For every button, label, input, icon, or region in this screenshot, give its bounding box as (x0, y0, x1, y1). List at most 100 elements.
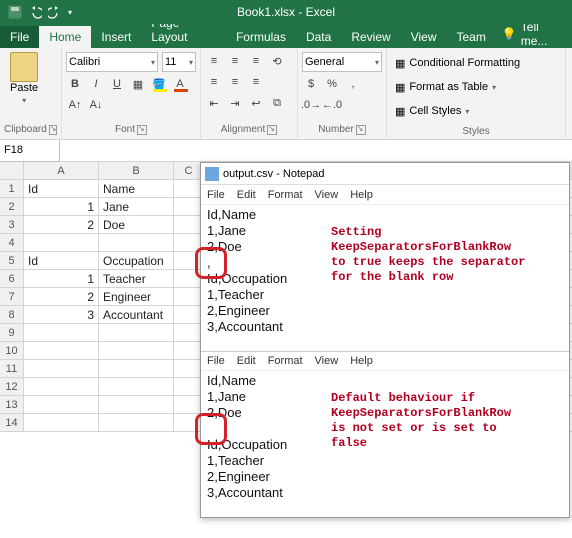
notepad-menu-file[interactable]: File (207, 189, 225, 201)
tab-insert[interactable]: Insert (91, 26, 141, 48)
cell[interactable]: 1 (24, 270, 99, 287)
tab-view[interactable]: View (401, 26, 447, 48)
tab-data[interactable]: Data (296, 26, 341, 48)
align-right-button[interactable]: ≡ (247, 73, 265, 91)
cell[interactable] (99, 378, 174, 395)
align-center-button[interactable]: ≡ (226, 73, 244, 91)
notepad-menu-format[interactable]: Format (268, 189, 303, 201)
font-launcher-icon[interactable] (137, 125, 147, 135)
cell[interactable] (24, 378, 99, 395)
cell[interactable]: 2 (24, 288, 99, 305)
notepad-content-1[interactable]: Id,Name1,Jane2,Doe,Id,Occupation1,Teache… (201, 205, 569, 351)
tell-me[interactable]: 💡 Tell me... (496, 20, 572, 48)
row-header[interactable]: 2 (0, 198, 24, 215)
select-all-corner[interactable] (0, 162, 24, 179)
bold-button[interactable]: B (66, 75, 84, 93)
undo-icon[interactable] (28, 5, 42, 19)
notepad-titlebar[interactable]: output.csv - Notepad (201, 163, 569, 185)
grow-font-button[interactable]: A↑ (66, 96, 84, 114)
tab-file[interactable]: File (0, 26, 39, 48)
number-format-select[interactable]: General (302, 52, 382, 72)
number-launcher-icon[interactable] (356, 125, 366, 135)
notepad-menu2-help[interactable]: Help (350, 355, 373, 367)
redo-icon[interactable] (48, 5, 62, 19)
cell[interactable]: Id (24, 252, 99, 269)
col-header-b[interactable]: B (99, 162, 174, 179)
cell[interactable] (99, 342, 174, 359)
accounting-format-button[interactable]: $ (302, 75, 320, 93)
clipboard-launcher-icon[interactable] (49, 125, 57, 135)
increase-indent-button[interactable]: ⇥ (226, 94, 244, 112)
row-header[interactable]: 11 (0, 360, 24, 377)
row-header[interactable]: 13 (0, 396, 24, 413)
decrease-decimal-button[interactable]: ←.0 (323, 96, 341, 114)
cell[interactable]: 1 (24, 198, 99, 215)
cell[interactable]: Jane (99, 198, 174, 215)
paste-button[interactable]: Paste (4, 50, 44, 108)
notepad-menu-view[interactable]: View (315, 189, 339, 201)
notepad-content-2[interactable]: Id,Name1,Jane2,DoeId,Occupation1,Teacher… (201, 371, 569, 517)
wrap-text-button[interactable]: ↩ (247, 94, 265, 112)
format-as-table-button[interactable]: ▦ Format as Table (395, 76, 557, 98)
cell[interactable]: Occupation (99, 252, 174, 269)
row-header[interactable]: 1 (0, 180, 24, 197)
align-bottom-button[interactable]: ≡ (247, 52, 265, 70)
decrease-indent-button[interactable]: ⇤ (205, 94, 223, 112)
cell[interactable]: Id (24, 180, 99, 197)
name-box[interactable]: F18 (0, 140, 60, 162)
tab-team[interactable]: Team (446, 26, 495, 48)
cell[interactable]: Teacher (99, 270, 174, 287)
qat-dropdown-icon[interactable]: ▾ (68, 8, 72, 17)
cell[interactable]: Doe (99, 216, 174, 233)
col-header-a[interactable]: A (24, 162, 99, 179)
notepad-menu2-file[interactable]: File (207, 355, 225, 367)
fill-color-button[interactable]: 🪣 (150, 75, 168, 93)
cell[interactable] (24, 342, 99, 359)
save-icon[interactable] (8, 5, 22, 19)
cell[interactable] (99, 396, 174, 413)
font-name-select[interactable]: Calibri (66, 52, 158, 72)
notepad-menu-edit[interactable]: Edit (237, 189, 256, 201)
font-size-select[interactable]: 11 (162, 52, 196, 72)
align-left-button[interactable]: ≡ (205, 73, 223, 91)
notepad-menu2-view[interactable]: View (315, 355, 339, 367)
cell[interactable] (99, 234, 174, 251)
cell[interactable]: Accountant (99, 306, 174, 323)
orientation-button[interactable]: ⟲ (268, 52, 286, 70)
row-header[interactable]: 4 (0, 234, 24, 251)
row-header[interactable]: 9 (0, 324, 24, 341)
cell[interactable] (99, 414, 174, 431)
underline-button[interactable]: U (108, 75, 126, 93)
row-header[interactable]: 14 (0, 414, 24, 431)
cell[interactable] (99, 324, 174, 341)
row-header[interactable]: 7 (0, 288, 24, 305)
row-header[interactable]: 8 (0, 306, 24, 323)
row-header[interactable]: 12 (0, 378, 24, 395)
alignment-launcher-icon[interactable] (267, 125, 277, 135)
tab-home[interactable]: Home (39, 26, 91, 48)
cell[interactable]: 2 (24, 216, 99, 233)
font-color-button[interactable]: A (171, 75, 189, 93)
cell[interactable] (24, 360, 99, 377)
align-middle-button[interactable]: ≡ (226, 52, 244, 70)
tab-review[interactable]: Review (341, 26, 400, 48)
cell[interactable] (24, 234, 99, 251)
cell[interactable]: 3 (24, 306, 99, 323)
increase-decimal-button[interactable]: .0→ (302, 96, 320, 114)
cell[interactable] (99, 360, 174, 377)
row-header[interactable]: 6 (0, 270, 24, 287)
percent-format-button[interactable]: % (323, 75, 341, 93)
row-header[interactable]: 3 (0, 216, 24, 233)
shrink-font-button[interactable]: A↓ (87, 96, 105, 114)
comma-format-button[interactable]: , (344, 75, 362, 93)
cell[interactable]: Name (99, 180, 174, 197)
align-top-button[interactable]: ≡ (205, 52, 223, 70)
cell[interactable] (24, 414, 99, 431)
cell-styles-button[interactable]: ▦ Cell Styles (395, 100, 557, 122)
cell[interactable] (24, 324, 99, 341)
row-header[interactable]: 5 (0, 252, 24, 269)
tab-formulas[interactable]: Formulas (226, 26, 296, 48)
conditional-formatting-button[interactable]: ▦ Conditional Formatting (395, 52, 557, 74)
border-button[interactable]: ▦ (129, 75, 147, 93)
italic-button[interactable]: I (87, 75, 105, 93)
